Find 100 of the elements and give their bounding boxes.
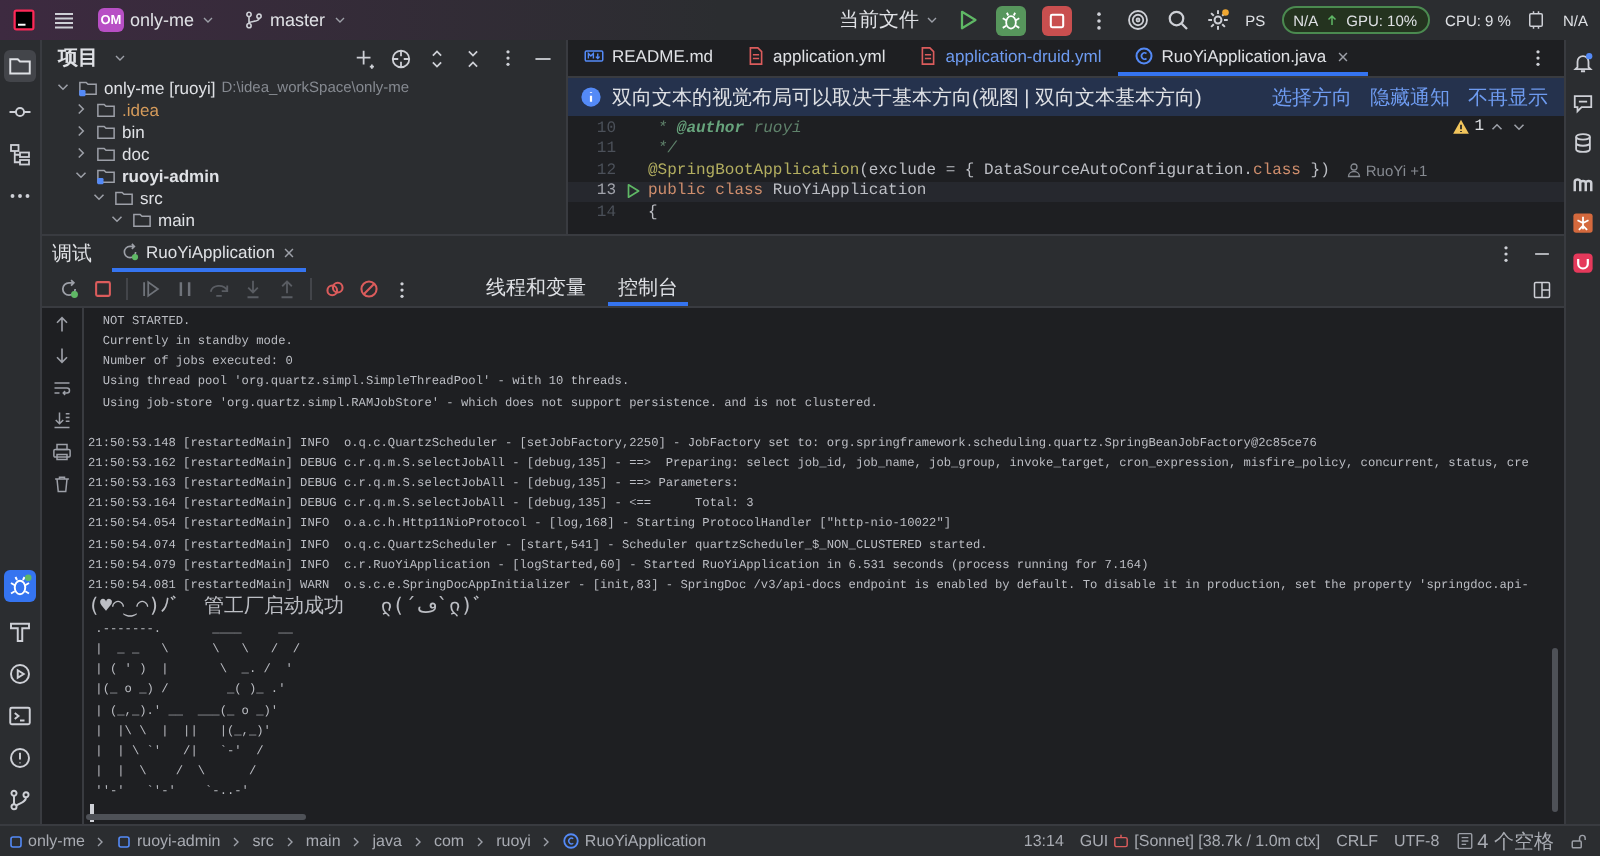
class-icon <box>1133 46 1154 66</box>
run-icon[interactable] <box>955 8 980 32</box>
pause-icon[interactable] <box>174 278 196 300</box>
debug-tab[interactable]: 控制台 <box>608 272 688 306</box>
notification-link[interactable]: 不再显示 <box>1468 83 1548 111</box>
breakpoints-icon[interactable] <box>324 278 346 300</box>
rerun-icon[interactable] <box>58 278 80 300</box>
tree-item[interactable]: only-me [ruoyi] <box>104 77 216 97</box>
editor-tab[interactable]: application.yml <box>729 40 902 76</box>
tree-item[interactable]: src <box>140 187 163 207</box>
branch-selector[interactable]: master <box>238 8 354 32</box>
ai-context[interactable]: [Sonnet] [38.7k / 1.0m ctx] <box>1134 832 1321 850</box>
breadcrumb[interactable]: src <box>252 832 274 850</box>
indent-icon <box>1455 832 1474 850</box>
tree-item[interactable]: bin <box>122 121 145 141</box>
terminal-icon[interactable] <box>8 704 32 728</box>
tree-item[interactable]: .idea <box>122 99 159 119</box>
crosshair-icon[interactable] <box>390 47 412 69</box>
run-config-selector[interactable]: 当前文件 <box>839 6 940 34</box>
panel-title[interactable]: 调试 <box>52 236 92 272</box>
module-icon <box>116 833 133 849</box>
stop-icon <box>1045 9 1068 31</box>
breadcrumb[interactable]: main <box>305 832 341 850</box>
scroll-end-icon[interactable] <box>52 410 72 430</box>
module-folder-icon <box>78 77 98 97</box>
close-icon[interactable] <box>1334 47 1353 65</box>
project-tool-button[interactable] <box>4 50 36 82</box>
trash-icon[interactable] <box>52 474 72 494</box>
caret-icon <box>331 12 348 28</box>
debug-tool-button[interactable] <box>4 570 36 602</box>
hammer-icon[interactable] <box>8 620 32 644</box>
debug-tab[interactable]: 线程和变量 <box>476 272 596 306</box>
bug-icon <box>8 574 32 598</box>
breadcrumb[interactable]: only-me <box>28 832 85 850</box>
caret-icon[interactable] <box>112 50 128 66</box>
up-arrow-icon <box>1324 12 1341 28</box>
info-icon <box>580 86 602 108</box>
up-arrow-icon[interactable] <box>52 314 72 334</box>
module-icon <box>8 833 24 849</box>
debug-button[interactable] <box>995 5 1026 35</box>
run-gutter-icon[interactable] <box>623 182 641 201</box>
branch-icon <box>244 10 265 30</box>
structure-icon[interactable] <box>8 142 32 166</box>
line-ending[interactable]: CRLF <box>1336 832 1378 850</box>
scrollbar[interactable] <box>1552 648 1558 812</box>
code-line: @SpringBootApplication(exclude = { DataSourceAutoConfiguration.class }) <box>648 161 1330 180</box>
code-line: { <box>648 203 658 222</box>
down-arrow-icon[interactable] <box>52 346 72 366</box>
menu-icon[interactable] <box>52 8 76 32</box>
cursor-position[interactable]: 13:14 <box>1023 832 1064 850</box>
lock-icon[interactable] <box>1570 832 1588 850</box>
run-config-icon <box>120 242 140 262</box>
encoding[interactable]: UTF-8 <box>1393 832 1440 850</box>
yaml-file-icon <box>917 46 938 66</box>
gui-label[interactable]: GUI <box>1079 832 1109 850</box>
indent-setting[interactable]: 4 个空格 <box>1477 827 1554 855</box>
person-icon <box>1345 162 1362 179</box>
yaml-file-icon <box>745 46 766 66</box>
git-icon[interactable] <box>8 788 32 812</box>
class-icon <box>562 832 581 850</box>
panel-title[interactable]: 项目 <box>58 44 98 72</box>
code-line: * @author ruoyi <box>655 119 802 138</box>
app-logo-icon[interactable] <box>12 8 36 32</box>
caret-icon <box>200 12 217 28</box>
warning-count[interactable]: 1 <box>1474 118 1484 136</box>
stop-icon[interactable] <box>92 278 114 300</box>
tree-item[interactable]: doc <box>122 143 150 163</box>
editor-tab[interactable]: README.md <box>568 40 730 76</box>
soft-wrap-icon[interactable] <box>52 378 72 398</box>
arches-icon[interactable] <box>1572 172 1594 194</box>
tree-item[interactable]: ruoyi-admin <box>122 165 220 185</box>
scrollbar[interactable] <box>86 814 306 820</box>
print-icon[interactable] <box>52 442 72 462</box>
close-icon[interactable] <box>280 243 299 261</box>
bug-icon <box>999 9 1022 31</box>
breadcrumb[interactable]: com <box>433 832 465 850</box>
run-icon[interactable] <box>8 662 32 686</box>
notifications-icon[interactable] <box>1572 52 1594 74</box>
database-icon[interactable] <box>1572 132 1594 154</box>
editor-tab[interactable]: application-druid.yml <box>901 40 1118 76</box>
chip-icon <box>1526 10 1547 30</box>
breadcrumb[interactable]: RuoYiApplication <box>584 832 707 850</box>
resume-icon[interactable] <box>140 278 162 300</box>
line-number: 13 <box>594 182 616 201</box>
notification-link[interactable]: 选择方向 <box>1272 83 1352 111</box>
add-icon[interactable] <box>354 47 376 69</box>
tree-item[interactable]: main <box>158 209 195 229</box>
notification-link[interactable]: 隐藏通知 <box>1370 83 1450 111</box>
mute-icon[interactable] <box>358 278 380 300</box>
breadcrumb[interactable]: ruoyi-admin <box>136 832 221 850</box>
search-icon[interactable] <box>1165 8 1190 32</box>
markdown-file-icon <box>584 46 604 66</box>
settings-icon[interactable] <box>1205 8 1230 32</box>
chat-icon[interactable] <box>1572 92 1594 114</box>
stop-button[interactable] <box>1041 5 1072 35</box>
figure-icon[interactable] <box>1572 212 1594 234</box>
problems-icon[interactable] <box>8 746 32 770</box>
layout-icon[interactable] <box>1532 279 1552 299</box>
breadcrumb[interactable]: ruoyi <box>496 832 531 850</box>
breadcrumb[interactable]: java <box>372 832 402 850</box>
